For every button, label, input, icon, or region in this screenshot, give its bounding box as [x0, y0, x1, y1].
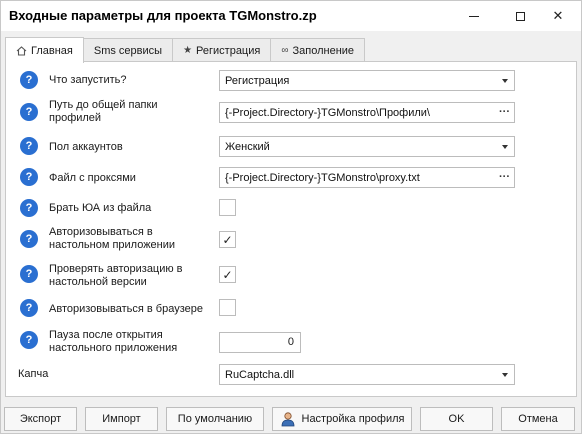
close-button[interactable]: ✕ — [535, 1, 581, 31]
default-button[interactable]: По умолчанию — [166, 407, 264, 431]
tab-label: Главная — [31, 44, 73, 57]
help-icon[interactable]: ? — [20, 230, 38, 248]
run-what-label: Что запустить? — [49, 74, 127, 86]
check-icon: ✓ — [222, 232, 233, 247]
close-icon: ✕ — [552, 8, 564, 23]
pause-after-open-input[interactable]: 0 — [219, 332, 301, 353]
import-button[interactable]: Импорт — [85, 407, 158, 431]
run-what-value: Регистрация — [225, 74, 290, 87]
proxy-file-label: Файл с проксями — [49, 172, 136, 184]
tab-filling[interactable]: ∞ Заполнение — [270, 38, 366, 62]
tab-label: Заполнение — [292, 44, 355, 57]
profiles-path-input[interactable]: {-Project.Directory-}TGMonstro\Профили\ … — [219, 102, 515, 123]
tab-bar: Главная Sms сервисы ★ Регистрация ∞ Запо… — [5, 37, 366, 63]
gender-label: Пол аккаунтов — [49, 141, 123, 153]
dialog-window: Входные параметры для проекта TGMonstro.… — [0, 0, 582, 434]
captcha-value: RuCaptcha.dll — [225, 368, 295, 381]
ua-from-file-checkbox[interactable] — [219, 199, 236, 216]
check-icon: ✓ — [222, 267, 233, 282]
ok-button[interactable]: OK — [420, 407, 493, 431]
auth-browser-checkbox[interactable] — [219, 299, 236, 316]
help-icon[interactable]: ? — [20, 199, 38, 217]
auth-desktop-checkbox[interactable]: ✓ — [219, 231, 236, 248]
profiles-path-value: {-Project.Directory-}TGMonstro\Профили\ — [225, 106, 430, 119]
captcha-label: Капча — [18, 368, 49, 380]
tab-label: Sms сервисы — [93, 44, 163, 57]
tab-sms-services[interactable]: Sms сервисы — [82, 38, 174, 62]
help-icon[interactable]: ? — [20, 103, 38, 121]
help-icon[interactable]: ? — [20, 137, 38, 155]
run-what-select[interactable]: Регистрация — [219, 70, 515, 91]
gender-select[interactable]: Женский — [219, 136, 515, 157]
browse-button[interactable]: ··· — [499, 106, 510, 118]
home-icon — [16, 45, 27, 56]
infinity-icon: ∞ — [281, 45, 289, 56]
auth-browser-label: Авторизовываться в браузере — [49, 303, 203, 315]
check-auth-desktop-checkbox[interactable]: ✓ — [219, 266, 236, 283]
ua-from-file-label: Брать ЮА из файла — [49, 202, 152, 214]
check-auth-desktop-label: Проверять авторизацию в настольной верси… — [49, 263, 183, 288]
pause-after-open-label: Пауза после открытия настольного приложе… — [49, 329, 178, 354]
cancel-button[interactable]: Отмена — [501, 407, 575, 431]
button-bar: Экспорт Импорт По умолчанию Настройка пр… — [1, 407, 581, 433]
help-icon[interactable]: ? — [20, 265, 38, 283]
help-icon[interactable]: ? — [20, 299, 38, 317]
profile-settings-button[interactable]: Настройка профиля — [272, 407, 412, 431]
chevron-down-icon — [502, 373, 508, 377]
help-icon[interactable]: ? — [20, 331, 38, 349]
maximize-icon — [515, 11, 525, 21]
help-icon[interactable]: ? — [20, 71, 38, 89]
profile-settings-label: Настройка профиля — [301, 413, 405, 425]
help-icon[interactable]: ? — [20, 168, 38, 186]
chevron-down-icon — [502, 79, 508, 83]
tab-label: Регистрация — [196, 44, 261, 57]
minimize-button[interactable] — [451, 1, 497, 31]
gender-value: Женский — [225, 140, 270, 153]
minimize-icon — [469, 15, 479, 17]
auth-desktop-label: Авторизовываться в настольном приложении — [49, 226, 176, 251]
user-icon — [281, 412, 294, 427]
window-title: Входные параметры для проекта TGMonstro.… — [9, 8, 317, 23]
profiles-path-label: Путь до общей папки профилей — [49, 99, 158, 124]
proxy-file-input[interactable]: {-Project.Directory-}TGMonstro\proxy.txt… — [219, 167, 515, 188]
captcha-select[interactable]: RuCaptcha.dll — [219, 364, 515, 385]
star-icon: ★ — [183, 45, 193, 56]
tab-main[interactable]: Главная — [5, 37, 84, 63]
title-bar: Входные параметры для проекта TGMonstro.… — [1, 1, 581, 31]
tab-registration[interactable]: ★ Регистрация — [172, 38, 272, 62]
tab-panel-main: ? Что запустить? Регистрация ? Путь до о… — [5, 61, 577, 397]
chevron-down-icon — [502, 145, 508, 149]
proxy-file-value: {-Project.Directory-}TGMonstro\proxy.txt — [225, 171, 420, 184]
browse-button[interactable]: ··· — [499, 171, 510, 183]
export-button[interactable]: Экспорт — [4, 407, 77, 431]
